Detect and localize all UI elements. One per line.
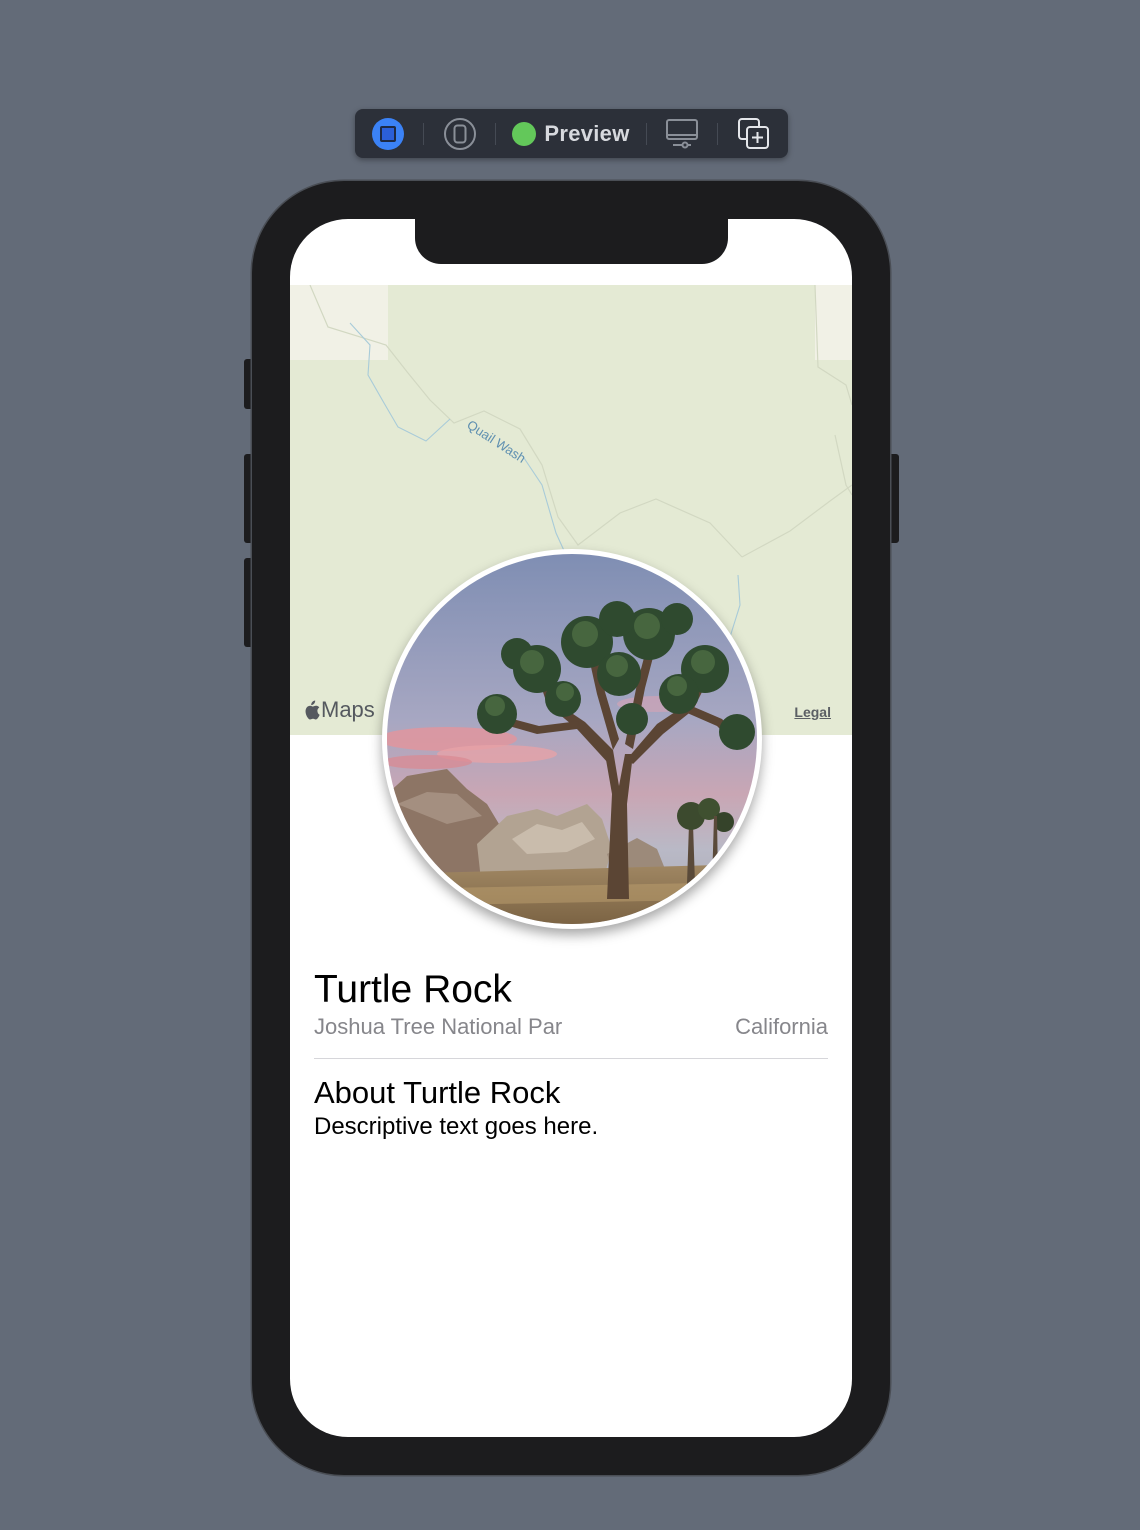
toolbar-divider	[495, 123, 496, 145]
display-settings-icon	[666, 118, 698, 148]
device-icon	[444, 117, 476, 150]
live-preview-button[interactable]	[369, 109, 407, 158]
preview-status-icon	[512, 121, 537, 146]
toolbar-divider	[646, 123, 647, 145]
landmark-title: Turtle Rock	[314, 968, 512, 1011]
landmark-details: Turtle Rock Joshua Tree National Par Cal…	[314, 967, 828, 1142]
state-name: California	[735, 1014, 828, 1039]
apple-logo-icon	[305, 700, 320, 720]
toolbar-divider	[717, 123, 718, 145]
landmark-image-frame	[382, 549, 762, 929]
maps-attribution: Maps	[304, 697, 375, 723]
map-water-label: Quail Wash	[464, 417, 528, 466]
maps-label: Maps	[321, 697, 375, 722]
device-select-button[interactable]	[441, 109, 479, 158]
park-name: Joshua Tree National Par	[314, 1014, 563, 1039]
live-preview-icon	[372, 117, 404, 150]
legal-link[interactable]: Legal	[794, 704, 831, 720]
notch	[415, 219, 728, 264]
duplicate-preview-button[interactable]	[735, 109, 773, 158]
landmark-meta: Joshua Tree National Par California	[314, 1013, 828, 1041]
joshua-tree-image	[387, 554, 757, 924]
about-heading: About Turtle Rock	[314, 1075, 561, 1110]
preview-button[interactable]: Preview	[511, 109, 631, 158]
device-screen: Quail Wash Maps Legal Turtle Rock Joshua…	[290, 219, 852, 1437]
duplicate-preview-icon	[738, 117, 769, 149]
preview-label: Preview	[544, 120, 630, 146]
toolbar-divider	[423, 123, 424, 145]
divider	[314, 1058, 828, 1059]
display-settings-button[interactable]	[663, 109, 701, 158]
about-description: Descriptive text goes here.	[314, 1113, 599, 1140]
preview-toolbar: Preview	[355, 109, 788, 158]
landmark-image	[387, 554, 757, 924]
